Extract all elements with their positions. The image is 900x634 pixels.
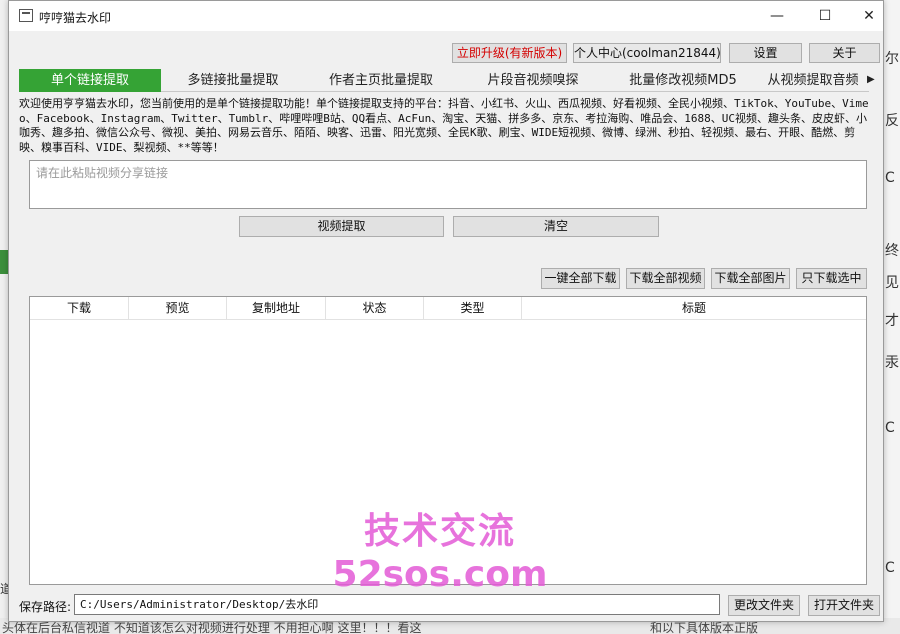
tab-bar: 单个链接提取 多链接批量提取 作者主页批量提取 片段音视频嗅探 批量修改视频MD… [9, 69, 875, 92]
tab-multi-link[interactable]: 多链接批量提取 [161, 69, 305, 92]
bg-glyph: 终 [885, 243, 899, 259]
bg-glyph: 尔 [885, 51, 899, 67]
table-header: 下载 预览 复制地址 状态 类型 标题 [30, 297, 866, 320]
watermark-line-2: 52sos.com [332, 554, 548, 595]
upgrade-button[interactable]: 立即升级(有新版本) [452, 43, 567, 63]
column-header-preview[interactable]: 预览 [129, 297, 227, 319]
title-bar: 哼哼猫去水印 — ☐ ✕ [9, 1, 883, 31]
bg-glyph: C [885, 170, 895, 186]
open-folder-button[interactable]: 打开文件夹 [808, 595, 880, 616]
download-selected-button[interactable]: 只下载选中 [796, 268, 867, 289]
download-videos-button[interactable]: 下载全部视频 [626, 268, 705, 289]
tab-extract-audio[interactable]: 从视频提取音频 [757, 69, 869, 92]
extract-video-button[interactable]: 视频提取 [239, 216, 444, 237]
bg-glyph: 汞 [885, 355, 899, 371]
save-path-input[interactable]: C:/Users/Administrator/Desktop/去水印 [74, 594, 720, 615]
column-header-type[interactable]: 类型 [424, 297, 522, 319]
tab-author-page[interactable]: 作者主页批量提取 [305, 69, 457, 92]
app-icon [19, 9, 33, 22]
tab-single-link[interactable]: 单个链接提取 [19, 69, 161, 92]
column-header-status[interactable]: 状态 [326, 297, 424, 319]
maximize-icon[interactable]: ☐ [803, 1, 847, 31]
bg-glyph: C [885, 420, 895, 436]
tab-sniffer[interactable]: 片段音视频嗅探 [457, 69, 609, 92]
watermark-overlay: 技术交流 52sos.com [330, 510, 550, 596]
bg-glyph: 反 [885, 113, 899, 129]
bg-glyph: 才 [885, 313, 899, 329]
column-header-download[interactable]: 下载 [30, 297, 129, 319]
column-header-copy-url[interactable]: 复制地址 [227, 297, 326, 319]
clear-button[interactable]: 清空 [453, 216, 659, 237]
bg-glyph: C [885, 560, 895, 576]
minimize-icon[interactable]: — [755, 1, 799, 31]
bg-glyph: 见 [885, 275, 899, 291]
link-input[interactable]: 请在此粘贴视频分享链接 [29, 160, 867, 209]
about-button[interactable]: 关于 [809, 43, 880, 63]
change-folder-button[interactable]: 更改文件夹 [728, 595, 800, 616]
download-images-button[interactable]: 下载全部图片 [711, 268, 790, 289]
intro-text: 欢迎使用亨亨猫去水印，您当前使用的是单个链接提取功能！单个链接提取支持的平台：抖… [19, 97, 869, 154]
save-path-label: 保存路径: [19, 600, 72, 614]
close-icon[interactable]: ✕ [847, 1, 891, 31]
column-header-title[interactable]: 标题 [522, 297, 866, 319]
tab-scroll-right-icon[interactable]: ▶ [867, 73, 879, 87]
watermark-line-1: 技术交流 [363, 511, 516, 552]
download-all-button[interactable]: 一键全部下载 [541, 268, 620, 289]
user-center-dropdown[interactable]: 个人中心(coolman21844)▾ [573, 43, 721, 63]
window-title: 哼哼猫去水印 [39, 11, 112, 25]
tab-md5[interactable]: 批量修改视频MD5 [609, 69, 757, 92]
settings-button[interactable]: 设置 [729, 43, 802, 63]
